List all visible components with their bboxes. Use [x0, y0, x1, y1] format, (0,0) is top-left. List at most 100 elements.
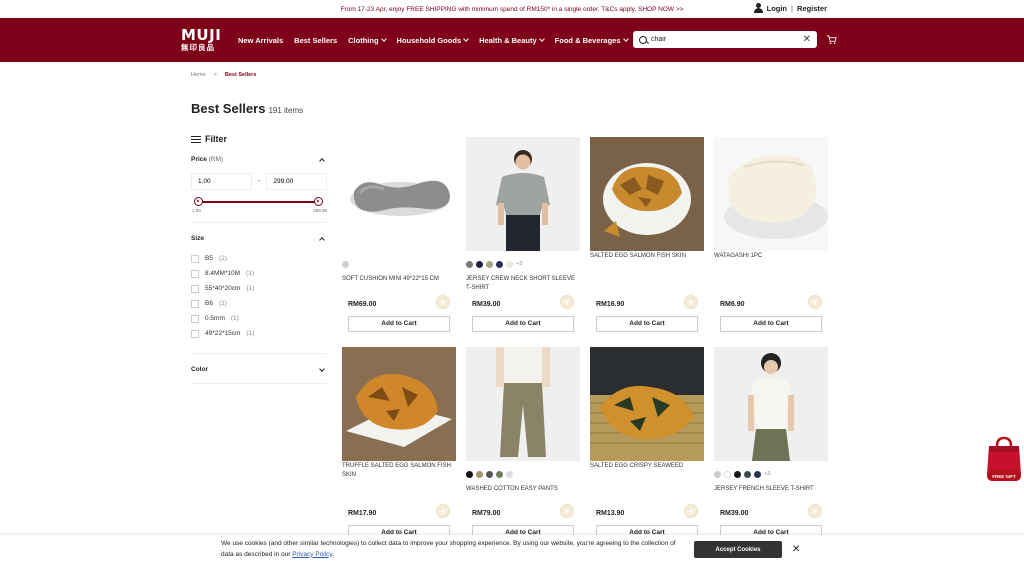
color-swatch[interactable]: [466, 260, 473, 268]
price-max-input[interactable]: [266, 173, 328, 190]
product-image[interactable]: [714, 137, 828, 251]
nav-item-clothing[interactable]: Clothing: [348, 36, 387, 45]
product-card[interactable]: TRUFFLE SALTED EGG SALMON FISH SKIN RM17…: [342, 347, 456, 541]
size-option[interactable]: 55*40*20cm (1): [191, 281, 327, 296]
color-swatch[interactable]: [496, 260, 503, 268]
product-name[interactable]: SOFT CUSHION MINI 49*22*15 CM: [342, 275, 456, 293]
product-image[interactable]: [714, 347, 828, 461]
checkbox[interactable]: [191, 329, 199, 338]
product-card[interactable]: SOFT CUSHION MINI 49*22*15 CM RM69.00 ♥ …: [342, 137, 456, 337]
color-section-header[interactable]: Color: [191, 365, 327, 373]
product-card[interactable]: +3 JERSEY CREW NECK SHORT SLEEVE T-SHIRT…: [466, 137, 580, 337]
slider-max-handle[interactable]: [314, 197, 323, 206]
product-price: RM69.00: [348, 301, 377, 308]
add-to-cart-button[interactable]: Add to Cart: [596, 316, 698, 332]
nav-item-food-beverages[interactable]: Food & Beverages: [555, 36, 629, 45]
wishlist-heart-icon[interactable]: ♥: [808, 295, 822, 309]
checkbox[interactable]: [191, 254, 199, 263]
color-swatch[interactable]: [734, 470, 741, 478]
color-swatch[interactable]: [724, 470, 731, 478]
color-swatch[interactable]: [466, 470, 473, 478]
product-image[interactable]: [466, 137, 580, 251]
clear-search-icon[interactable]: ✕: [803, 34, 811, 45]
cart-icon[interactable]: [826, 34, 837, 45]
price-section-header[interactable]: Price (RM): [191, 156, 327, 164]
size-option-label: B6: [205, 300, 213, 307]
color-swatch[interactable]: [744, 470, 751, 478]
wishlist-heart-icon[interactable]: ♥: [684, 504, 698, 518]
product-name[interactable]: WASHED COTTON EASY PANTS: [466, 485, 580, 503]
color-swatch[interactable]: [486, 470, 493, 478]
add-to-cart-button[interactable]: Add to Cart: [348, 316, 450, 332]
slider-min-handle[interactable]: [194, 197, 203, 206]
color-swatch[interactable]: [486, 260, 493, 268]
item-count: 191 items: [268, 106, 304, 115]
muji-logo[interactable]: MUJI 無印良品: [181, 28, 221, 52]
product-card[interactable]: +3 JERSEY FRENCH SLEEVE T-SHIRT RM39.00 …: [714, 347, 828, 541]
close-icon[interactable]: ✕: [792, 544, 800, 555]
wishlist-heart-icon[interactable]: ♥: [560, 504, 574, 518]
promo-text[interactable]: From 17-23 Apr, enjoy FREE SHIPPING with…: [341, 6, 684, 13]
search-icon[interactable]: [639, 35, 647, 44]
product-name[interactable]: TRUFFLE SALTED EGG SALMON FISH SKIN: [342, 462, 456, 480]
product-card[interactable]: SALTED EGG SALMON FISH SKIN RM16.90 ♥ Ad…: [590, 137, 704, 337]
product-name[interactable]: SALTED EGG CRISPY SEAWEED: [590, 462, 704, 480]
size-option[interactable]: 49*22*15cm (1): [191, 326, 327, 341]
chevron-down-icon: [622, 36, 629, 42]
nav-item-best-sellers[interactable]: Best Sellers: [294, 36, 337, 45]
privacy-policy-link[interactable]: Privacy Policy: [292, 551, 332, 558]
color-swatch[interactable]: [476, 470, 483, 478]
price-min-input[interactable]: [191, 173, 252, 190]
color-swatch[interactable]: [496, 470, 503, 478]
add-to-cart-button[interactable]: Add to Cart: [472, 316, 574, 332]
size-option[interactable]: B5 (2): [191, 251, 327, 266]
more-colors-label[interactable]: +3: [764, 471, 770, 477]
size-option[interactable]: 0.5mm (1): [191, 311, 327, 326]
checkbox[interactable]: [191, 269, 199, 278]
checkbox[interactable]: [191, 299, 199, 308]
product-card[interactable]: SALTED EGG CRISPY SEAWEED RM13.90 ♥ Add …: [590, 347, 704, 541]
product-name[interactable]: SALTED EGG SALMON FISH SKIN: [590, 252, 704, 270]
size-section-header[interactable]: Size: [191, 235, 327, 243]
free-gift-widget[interactable]: FREE GIFT: [985, 436, 1023, 482]
color-swatch[interactable]: [342, 260, 349, 268]
nav-item-health-beauty[interactable]: Health & Beauty: [479, 36, 545, 45]
breadcrumb-home[interactable]: Home: [191, 72, 206, 78]
product-card[interactable]: WASHED COTTON EASY PANTS RM79.00 ♥ Add t…: [466, 347, 580, 541]
product-image[interactable]: [342, 347, 456, 461]
wishlist-heart-icon[interactable]: ♥: [436, 295, 450, 309]
size-option[interactable]: 8.4MM*10M (1): [191, 266, 327, 281]
color-swatches: +3: [466, 260, 580, 268]
logo-kanji: 無印良品: [181, 43, 215, 53]
color-swatch[interactable]: [714, 470, 721, 478]
nav-item-new-arrivals[interactable]: New Arrivals: [238, 36, 283, 45]
product-name[interactable]: WATAGASHI 1PC: [714, 252, 828, 270]
search-input[interactable]: [651, 36, 803, 43]
product-card[interactable]: WATAGASHI 1PC RM6.90 ♥ Add to Cart: [714, 137, 828, 337]
checkbox[interactable]: [191, 314, 199, 323]
color-swatch[interactable]: [506, 470, 513, 478]
checkbox[interactable]: [191, 284, 199, 293]
wishlist-heart-icon[interactable]: ♥: [436, 504, 450, 518]
filter-title: Filter: [205, 134, 228, 144]
wishlist-heart-icon[interactable]: ♥: [684, 295, 698, 309]
product-image[interactable]: [590, 137, 704, 251]
product-name[interactable]: JERSEY FRENCH SLEEVE T-SHIRT: [714, 485, 828, 503]
color-swatch[interactable]: [476, 260, 483, 268]
product-image[interactable]: [466, 347, 580, 461]
wishlist-heart-icon[interactable]: ♥: [560, 295, 574, 309]
size-option[interactable]: B6 (1): [191, 296, 327, 311]
more-colors-label[interactable]: +3: [516, 261, 522, 267]
login-link[interactable]: Login: [767, 4, 787, 13]
accept-cookies-button[interactable]: Accept Cookies: [694, 541, 782, 558]
product-name[interactable]: JERSEY CREW NECK SHORT SLEEVE T-SHIRT: [466, 275, 580, 293]
product-image[interactable]: [342, 137, 456, 251]
color-swatch[interactable]: [506, 260, 513, 268]
add-to-cart-button[interactable]: Add to Cart: [720, 316, 822, 332]
product-image[interactable]: [590, 347, 704, 461]
cookie-text: We use cookies (and other similar techno…: [221, 539, 681, 560]
color-swatch[interactable]: [754, 470, 761, 478]
nav-item-household-goods[interactable]: Household Goods: [397, 36, 469, 45]
register-link[interactable]: Register: [797, 4, 827, 13]
wishlist-heart-icon[interactable]: ♥: [808, 504, 822, 518]
